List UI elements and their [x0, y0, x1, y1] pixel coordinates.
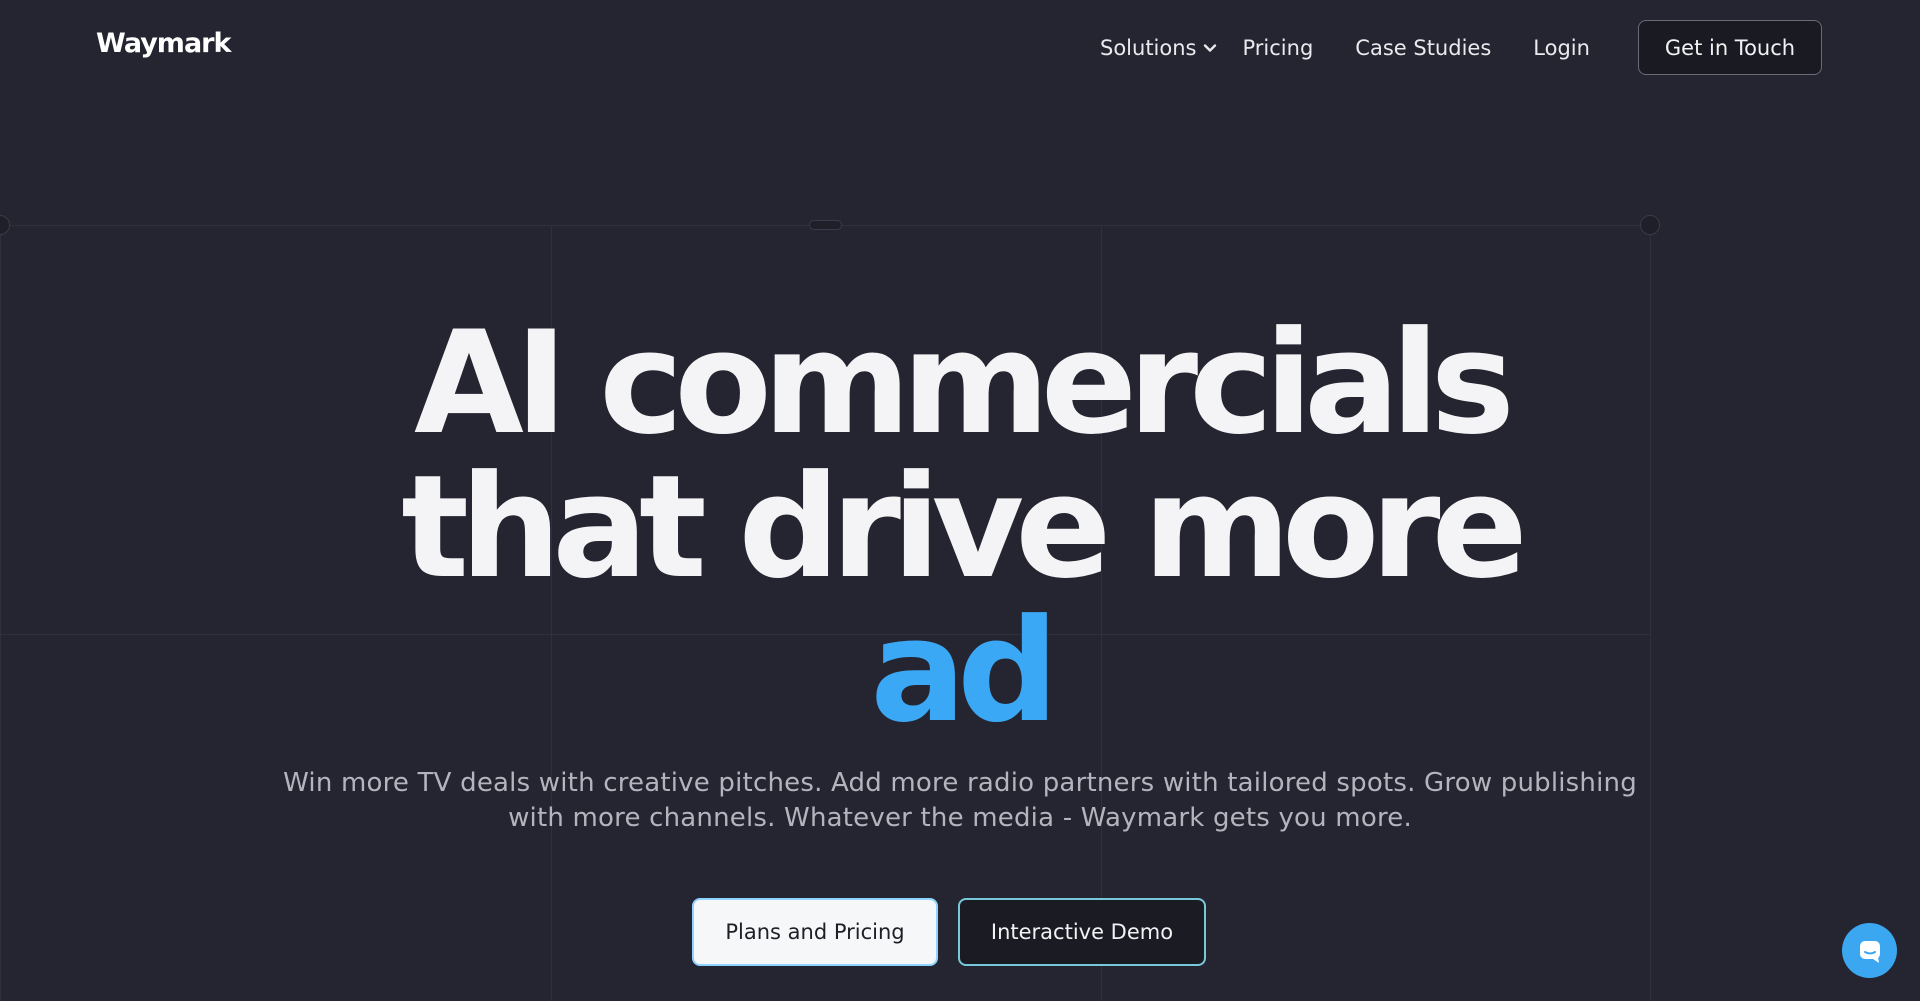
hero-subtitle-line-1: Win more TV deals with creative pitches.…: [283, 768, 1637, 798]
top-nav: Waymark Solutions Pricing Case Studies L…: [0, 0, 1920, 96]
page: Waymark Solutions Pricing Case Studies L…: [0, 0, 1920, 1001]
nav-item-login[interactable]: Login: [1533, 36, 1590, 60]
grid-corner-dot-right: [1640, 215, 1660, 235]
grid-corner-dot-left: [0, 215, 10, 235]
waymark-logo[interactable]: Waymark: [96, 28, 231, 59]
interactive-demo-button[interactable]: Interactive Demo: [958, 898, 1206, 966]
hero-title: AI commercials that drive more ad: [0, 312, 1920, 744]
hero-subtitle: Win more TV deals with creative pitches.…: [260, 766, 1660, 836]
chat-launcher-button[interactable]: [1842, 923, 1897, 978]
nav-item-pricing[interactable]: Pricing: [1243, 36, 1314, 60]
chat-bubble-icon: [1859, 940, 1880, 963]
grid-handle-pill: [809, 220, 842, 230]
nav-item-case-studies[interactable]: Case Studies: [1355, 36, 1491, 60]
chevron-down-icon: [1203, 44, 1216, 52]
get-in-touch-button[interactable]: Get in Touch: [1638, 20, 1822, 75]
nav-item-solutions[interactable]: Solutions: [1100, 36, 1217, 60]
hero-title-line-2: that drive more: [401, 445, 1528, 610]
nav-item-solutions-label: Solutions: [1100, 36, 1197, 60]
plans-and-pricing-button[interactable]: Plans and Pricing: [692, 898, 938, 966]
nav-links: Solutions Pricing Case Studies Login: [1100, 0, 1590, 96]
hero-title-accent-word: ad: [870, 589, 1058, 754]
hero-subtitle-line-2: with more channels. Whatever the media -…: [508, 803, 1412, 833]
hero-title-line-1: AI commercials: [413, 301, 1515, 466]
